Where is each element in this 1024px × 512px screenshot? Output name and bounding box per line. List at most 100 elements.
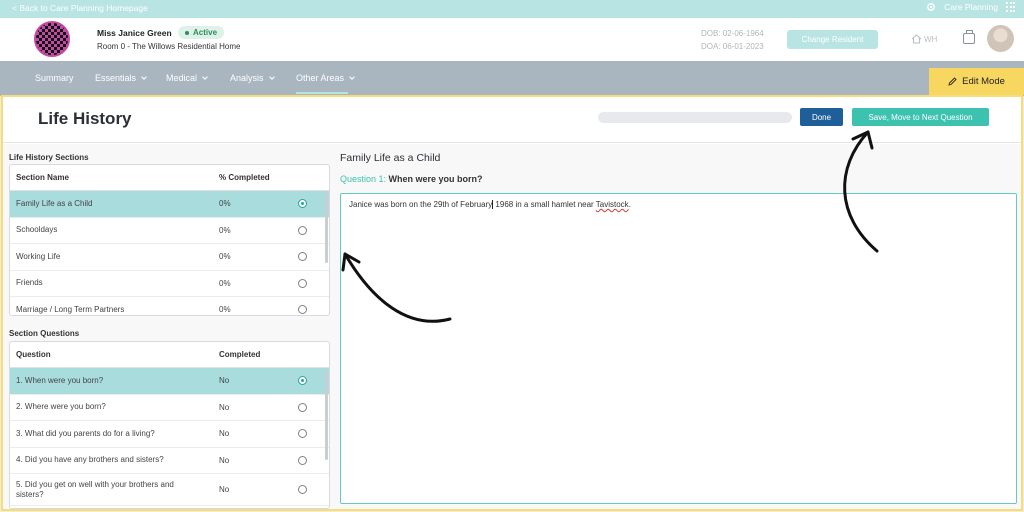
section-pct: 0% [219,278,231,288]
radio-icon[interactable] [298,485,307,494]
home-label: WH [924,34,938,44]
resident-doa: DOA: 06-01-2023 [701,42,764,51]
question-row[interactable]: 5. Did you get on well with your brother… [10,474,329,506]
nav-medical-label: Medical [166,73,198,83]
nav-analysis-label: Analysis [230,73,264,83]
nav-active-indicator [296,92,348,94]
col-percent-completed: % Completed [219,173,270,182]
section-pct: 0% [219,252,231,262]
pencil-icon [948,77,957,86]
question-number: Question 1: [340,174,387,184]
module-name[interactable]: Care Planning [944,2,998,12]
section-row[interactable]: Working Life 0% [10,244,329,271]
apps-grid-icon[interactable] [1006,2,1016,12]
sections-table: Section Name % Completed Family Life as … [9,164,330,316]
question-text: 4. Did you have any brothers and sisters… [16,455,164,465]
page-title: Life History [38,109,132,128]
chevron-down-icon [141,73,147,80]
radio-icon[interactable] [298,402,307,412]
section-name: Family Life as a Child [16,198,93,208]
questions-table: Question Completed 1. When were you born… [9,341,330,509]
resident-dob: DOB: 02-06-1964 [701,29,764,38]
question-heading-text: When were you born? [388,174,483,184]
answer-text-part: 1968 in a small hamlet near [493,200,596,209]
questions-scrollbar[interactable] [325,370,328,460]
chevron-down-icon [268,73,275,80]
col-section-name: Section Name [16,172,69,182]
nav-summary-label: Summary [35,73,74,83]
section-row[interactable]: Schooldays 0% [10,218,329,244]
section-pct: 0% [219,225,231,235]
radio-icon[interactable] [298,252,307,262]
question-text: 1. When were you born? [16,375,104,385]
life-history-panel: Life History Done Save, Move to Next Que… [1,95,1023,511]
save-next-button[interactable]: Save, Move to Next Question [852,108,989,126]
answer-misspelled-word: Tavistock [595,200,629,209]
radio-selected-icon[interactable] [298,376,307,386]
radio-icon[interactable] [298,429,307,439]
question-heading: Question 1: When were you born? [340,174,483,184]
nav-other-areas-label: Other Areas [296,73,345,83]
nav-other-areas[interactable]: Other Areas [296,73,355,83]
resident-header: Miss Janice Green Active Room 0 - The Wi… [0,18,1024,61]
nav-essentials-label: Essentials [95,73,137,83]
col-completed: Completed [219,350,261,359]
sections-label: Life History Sections [9,153,89,162]
question-row[interactable]: 2. Where were you born? No [10,395,329,421]
settings-icon[interactable] [926,2,936,12]
questions-label: Section Questions [9,329,80,338]
resident-avatar [34,21,70,57]
question-row[interactable]: 1. When were you born? No [10,368,329,395]
answer-text-part: . [628,200,631,209]
question-text: 2. Where were you born? [16,402,106,412]
status-label: Active [193,28,218,37]
radio-icon[interactable] [298,455,307,465]
nav-analysis[interactable]: Analysis [230,73,275,83]
col-question: Question [16,349,51,359]
top-bar: < Back to Care Planning Homepage Care Pl… [0,0,1024,18]
nav-summary[interactable]: Summary [35,73,74,83]
section-heading: Family Life as a Child [340,152,441,164]
chevron-down-icon [202,73,208,80]
question-row[interactable]: 4. Did you have any brothers and sisters… [10,448,329,474]
back-to-homepage-link[interactable]: < Back to Care Planning Homepage [12,3,148,13]
top-right-controls: Care Planning [926,2,1016,12]
radio-selected-icon[interactable] [298,199,307,209]
done-button[interactable]: Done [800,108,843,126]
nav-medical[interactable]: Medical [166,73,208,83]
progress-bar [598,112,792,123]
home-link[interactable]: WH [911,34,937,44]
answer-textarea[interactable]: Janice was born on the 29th of February … [340,193,1017,504]
radio-icon[interactable] [298,305,307,315]
user-avatar[interactable] [987,25,1014,52]
section-name: Schooldays [16,225,58,235]
resident-room: Room 0 - The Willows Residential Home [97,42,241,51]
content-area: Life History Sections Section Name % Com… [3,144,1021,509]
question-row[interactable]: 3. What did you parents do for a living?… [10,421,329,448]
section-pct: 0% [219,305,231,315]
status-dot-icon [185,30,189,35]
radio-icon[interactable] [298,225,307,235]
question-completed: No [219,402,230,412]
printer-icon[interactable] [963,30,975,44]
change-resident-button[interactable]: Change Resident [787,30,878,49]
section-row[interactable]: Family Life as a Child 0% [10,191,329,218]
home-icon [911,34,922,44]
section-row[interactable]: Friends 0% [10,271,329,297]
question-completed: No [219,376,230,386]
sections-scrollbar[interactable] [325,193,328,263]
main-nav: Summary Essentials Medical Analysis Othe… [0,61,1024,96]
radio-icon[interactable] [298,278,307,288]
page-title-bar: Life History Done Save, Move to Next Que… [3,97,1021,143]
nav-essentials[interactable]: Essentials [95,73,147,83]
question-text: 3. What did you parents do for a living? [16,428,155,438]
section-pct: 0% [219,199,231,209]
edit-mode-button[interactable]: Edit Mode [929,68,1024,95]
section-row[interactable]: Marriage / Long Term Partners 0% [10,297,329,315]
section-name: Friends [16,278,43,288]
question-text: 5. Did you get on well with your brother… [16,479,174,499]
questions-table-header: Question Completed [10,342,329,368]
section-name: Working Life [16,251,61,261]
chevron-down-icon [349,73,355,80]
question-completed: No [219,455,230,465]
